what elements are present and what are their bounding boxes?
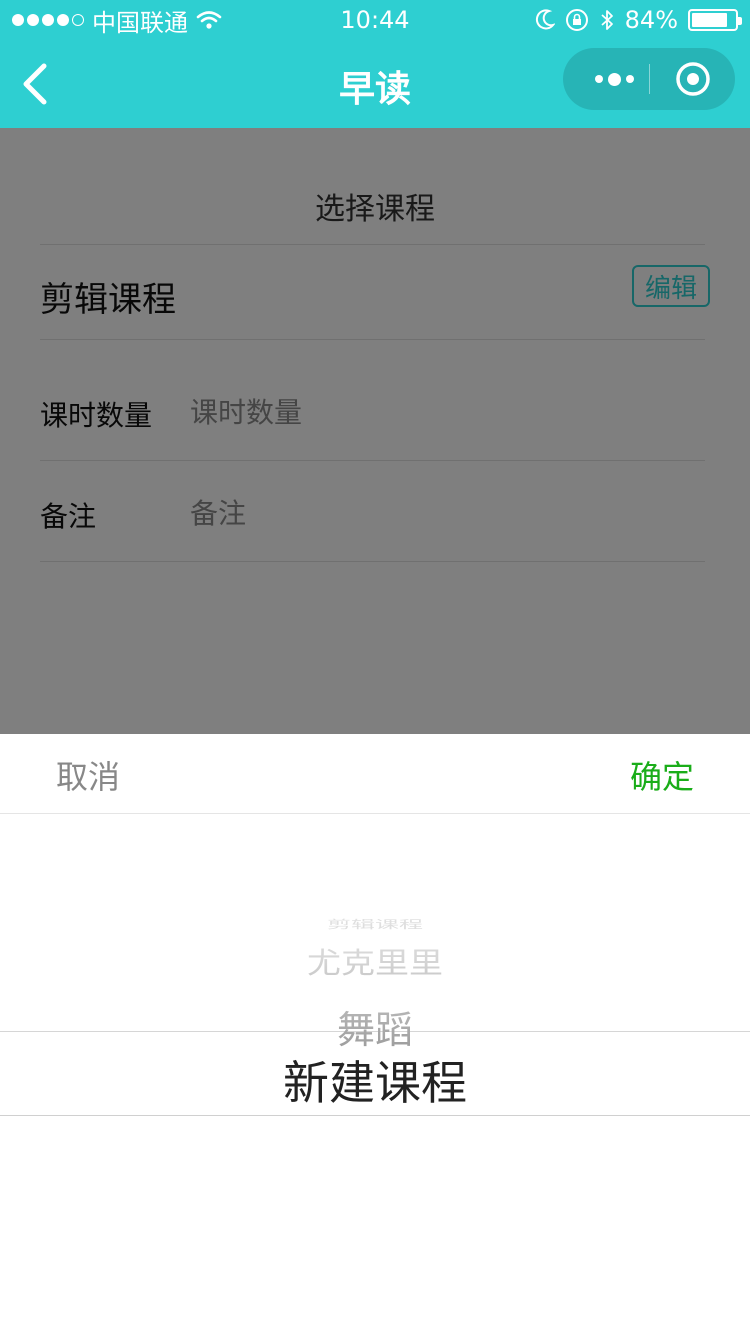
battery-fill — [692, 13, 727, 27]
capsule-menu — [563, 48, 735, 110]
more-dots-icon[interactable] — [581, 48, 647, 110]
picker-header: 取消 确定 — [0, 734, 750, 814]
nav-bar: 早读 — [0, 40, 750, 128]
battery-icon — [688, 9, 742, 31]
picker-item[interactable]: 剪辑课程 — [0, 916, 750, 932]
picker-item[interactable]: 舞蹈 — [0, 999, 750, 1054]
bluetooth-icon — [601, 10, 613, 30]
cancel-button[interactable]: 取消 — [56, 752, 120, 798]
moon-icon — [535, 9, 555, 30]
battery-percent: 84% — [624, 6, 678, 34]
target-circle-icon[interactable] — [675, 61, 711, 97]
capsule-divider — [649, 64, 650, 94]
course-picker: 取消 确定 剪辑课程 尤克里里 舞蹈 新建课程 — [0, 734, 750, 1334]
status-right: 84% — [535, 6, 742, 34]
picker-item[interactable]: 尤克里里 — [0, 940, 750, 982]
confirm-button[interactable]: 确定 — [630, 752, 694, 798]
picker-column[interactable]: 剪辑课程 尤克里里 舞蹈 新建课程 — [0, 814, 750, 1334]
rotation-lock-icon — [565, 9, 588, 31]
status-bar: 中国联通 10:44 84% — [0, 0, 750, 40]
picker-item-selected[interactable]: 新建课程 — [0, 1047, 750, 1113]
picker-mask[interactable] — [0, 128, 750, 734]
